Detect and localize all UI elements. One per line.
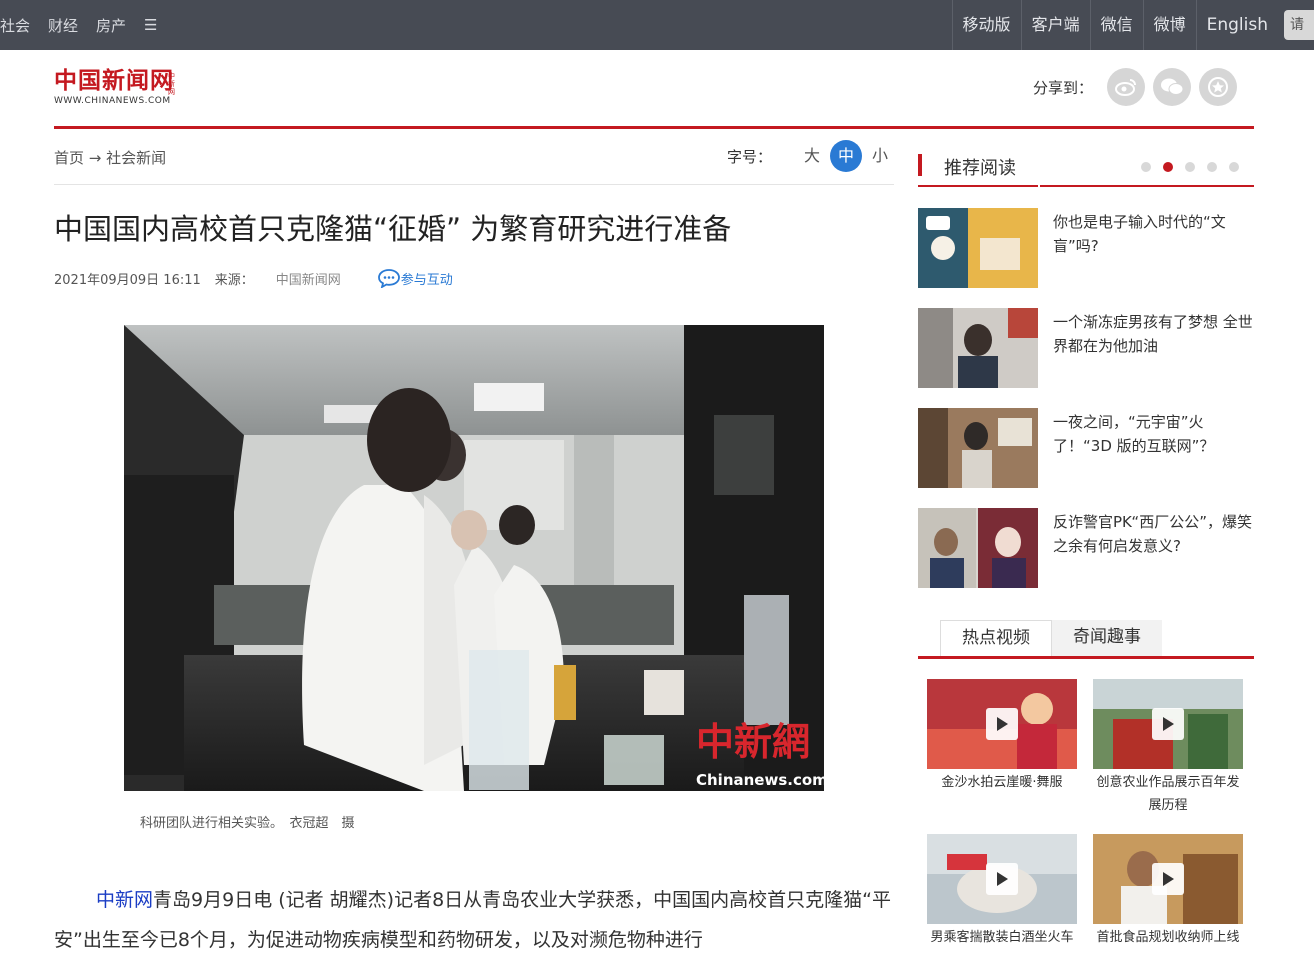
top-right-nav: 移动版 客户端 微信 微博 English 请	[951, 0, 1314, 50]
font-size-small[interactable]: 小	[864, 140, 896, 172]
nav-mobile[interactable]: 移动版	[951, 0, 1021, 50]
carousel-dot[interactable]	[1141, 162, 1151, 172]
nav-society[interactable]: 社会	[0, 15, 30, 36]
site-logo[interactable]: 中国新闻网 WWW.CHINANEWS.COM 中新网	[54, 67, 175, 107]
recommended-title-text[interactable]: 一夜之间，“元宇宙”火了！“3D 版的互联网”？	[1053, 410, 1253, 458]
breadcrumb-home[interactable]: 首页	[54, 149, 84, 167]
font-size-label: 字号：	[727, 147, 773, 166]
article-photo: 中新網 Chinanews.com	[124, 325, 824, 791]
favorite-icon[interactable]	[1199, 68, 1238, 106]
nav-english[interactable]: English	[1195, 0, 1278, 50]
recommended-item[interactable]: 反诈警官PK“西厂公公”，爆笑之余有何启发意义?	[918, 508, 1254, 588]
play-icon[interactable]	[1152, 863, 1184, 895]
interact-link[interactable]: 参与互动	[377, 268, 453, 288]
nav-weibo[interactable]: 微博	[1142, 0, 1196, 50]
carousel-dot-active[interactable]	[1163, 162, 1173, 172]
font-size-selector: 字号： 大 中 小	[727, 140, 896, 172]
logo-cn: 中国新闻网	[54, 67, 174, 94]
wechat-icon[interactable]	[1153, 68, 1192, 106]
tab-hot-video[interactable]: 热点视频	[940, 620, 1052, 657]
carousel-dot[interactable]	[1229, 162, 1239, 172]
play-icon[interactable]	[986, 708, 1018, 740]
nav-client[interactable]: 客户端	[1020, 0, 1090, 50]
video-card[interactable]: 首批食品规划收纳师上线	[1093, 834, 1243, 949]
play-icon[interactable]	[1152, 708, 1184, 740]
video-tabs: 热点视频 奇闻趣事	[918, 620, 1254, 660]
video-thumbnail[interactable]	[927, 679, 1077, 769]
video-caption[interactable]: 首批食品规划收纳师上线	[1093, 926, 1243, 949]
source-label: 来源：	[214, 272, 254, 288]
video-thumbnail[interactable]	[1093, 679, 1243, 769]
video-thumbnail[interactable]	[927, 834, 1077, 924]
breadcrumb-section[interactable]: 社会新闻	[106, 149, 166, 167]
top-nav-bar: 社会 财经 房产 ☰ 移动版 客户端 微信 微博 English 请	[0, 0, 1314, 50]
comment-icon	[377, 269, 400, 288]
share-bar: 分享到：	[1033, 68, 1245, 106]
play-icon[interactable]	[986, 863, 1018, 895]
breadcrumb-arrow: →	[88, 149, 102, 167]
nav-finance[interactable]: 财经	[48, 15, 78, 36]
video-card[interactable]: 男乘客揣散装白酒坐火车	[927, 834, 1077, 949]
para-source-link[interactable]: 中新网	[96, 889, 153, 911]
recommended-title-text[interactable]: 一个渐冻症男孩有了梦想 全世界都在为他加油	[1053, 310, 1253, 358]
video-card[interactable]: 创意农业作品展示百年发展历程	[1093, 679, 1243, 817]
recommended-item[interactable]: 一个渐冻症男孩有了梦想 全世界都在为他加油	[918, 308, 1254, 388]
recommended-thumbnail[interactable]	[918, 308, 1038, 388]
recommended-title-text[interactable]: 你也是电子输入时代的“文盲”吗?	[1053, 210, 1253, 258]
recommended-bar	[918, 154, 922, 176]
search-input[interactable]: 请	[1284, 10, 1314, 40]
recommended-thumbnail[interactable]	[918, 408, 1038, 488]
recommended-item[interactable]: 一夜之间，“元宇宙”火了！“3D 版的互联网”？	[918, 408, 1254, 488]
video-caption[interactable]: 金沙水拍云崖暖·舞服	[927, 771, 1077, 794]
article-paragraph: 中新网青岛9月9日电 (记者 胡耀杰)记者8日从青岛农业大学获悉，中国国内高校首…	[54, 880, 894, 960]
recommended-item[interactable]: 你也是电子输入时代的“文盲”吗?	[918, 208, 1254, 288]
tab-odd-news[interactable]: 奇闻趣事	[1052, 620, 1162, 656]
para-text: 青岛9月9日电 (记者 胡耀杰)记者8日从青岛农业大学获悉，中国国内高校首只克隆…	[54, 889, 892, 951]
logo-en: WWW.CHINANEWS.COM	[54, 96, 171, 106]
breadcrumb: 首页 → 社会新闻	[54, 147, 166, 168]
tabs-underline	[918, 656, 1254, 659]
recommended-thumbnail[interactable]	[918, 208, 1038, 288]
menu-icon[interactable]: ☰	[144, 16, 157, 34]
top-left-nav: 社会 财经 房产 ☰	[0, 0, 176, 50]
recommended-thumbnail[interactable]	[918, 508, 1038, 588]
font-size-medium[interactable]: 中	[830, 140, 863, 172]
nav-realestate[interactable]: 房产	[96, 15, 126, 36]
recommended-title: 推荐阅读	[944, 158, 1016, 179]
breadcrumb-divider	[54, 184, 894, 185]
article-source[interactable]: 中国新闻网	[276, 269, 341, 288]
interact-label: 参与互动	[400, 272, 453, 288]
video-thumbnail[interactable]	[1093, 834, 1243, 924]
carousel-dots	[1141, 162, 1251, 172]
photo-watermark-en: Chinanews.com	[696, 771, 824, 789]
share-label: 分享到：	[1033, 78, 1094, 97]
recommended-underline	[918, 185, 1038, 187]
video-caption[interactable]: 创意农业作品展示百年发展历程	[1093, 771, 1243, 817]
carousel-dot[interactable]	[1207, 162, 1217, 172]
font-size-large[interactable]: 大	[796, 140, 828, 172]
recommended-title-text[interactable]: 反诈警官PK“西厂公公”，爆笑之余有何启发意义?	[1053, 510, 1253, 558]
recommended-underline-2	[1040, 185, 1254, 187]
video-caption[interactable]: 男乘客揣散装白酒坐火车	[927, 926, 1077, 949]
logo-side: 中新网	[168, 72, 175, 96]
photo-caption: 科研团队进行相关实验。 衣冠超 摄	[140, 816, 355, 831]
nav-wechat[interactable]: 微信	[1089, 0, 1143, 50]
header-divider	[54, 126, 1254, 129]
weibo-icon[interactable]	[1107, 68, 1146, 106]
article-meta: 2021年09月09日 16:11 来源： 中国新闻网 参与互动	[54, 268, 453, 288]
photo-watermark-cn: 中新網	[696, 719, 810, 764]
article-datetime: 2021年09月09日 16:11	[54, 272, 201, 288]
video-card[interactable]: 金沙水拍云崖暖·舞服	[927, 679, 1077, 794]
article-title: 中国国内高校首只克隆猫“征婚” 为繁育研究进行准备	[54, 212, 732, 246]
carousel-dot[interactable]	[1185, 162, 1195, 172]
